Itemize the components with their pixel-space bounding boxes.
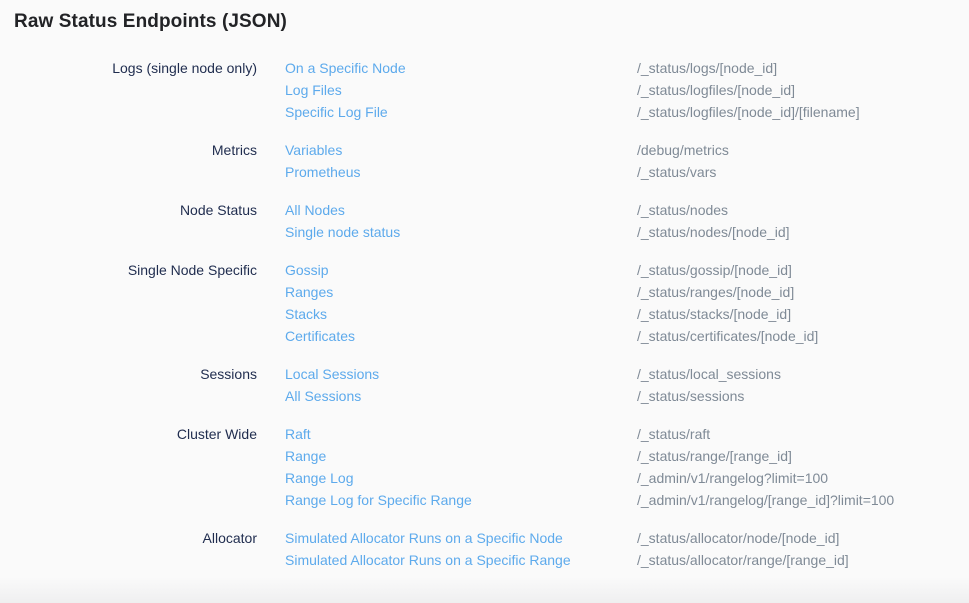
endpoint-link[interactable]: Range [285, 445, 637, 467]
endpoint-link[interactable]: Certificates [285, 325, 637, 347]
category-label: Cluster Wide [0, 423, 257, 511]
endpoint-row: Simulated Allocator Runs on a Specific R… [285, 549, 969, 571]
endpoint-row: On a Specific Node/_status/logs/[node_id… [285, 57, 969, 79]
entry-list: On a Specific Node/_status/logs/[node_id… [285, 57, 969, 123]
category-label: Logs (single node only) [0, 57, 257, 123]
entry-list: Gossip/_status/gossip/[node_id]Ranges/_s… [285, 259, 969, 347]
endpoint-row: Specific Log File/_status/logfiles/[node… [285, 101, 969, 123]
endpoint-path: /_status/range/[range_id] [637, 445, 969, 467]
endpoint-path: /_status/nodes/[node_id] [637, 221, 969, 243]
category-label: Sessions [0, 363, 257, 407]
endpoint-path: /_status/gossip/[node_id] [637, 259, 969, 281]
endpoint-path: /_status/raft [637, 423, 969, 445]
endpoint-row: Prometheus/_status/vars [285, 161, 969, 183]
endpoint-path: /_status/allocator/range/[range_id] [637, 549, 969, 571]
endpoint-row: Ranges/_status/ranges/[node_id] [285, 281, 969, 303]
endpoint-row: Stacks/_status/stacks/[node_id] [285, 303, 969, 325]
entry-list: Simulated Allocator Runs on a Specific N… [285, 527, 969, 571]
endpoint-row: Simulated Allocator Runs on a Specific N… [285, 527, 969, 549]
endpoint-link[interactable]: Specific Log File [285, 101, 637, 123]
category-label: Node Status [0, 199, 257, 243]
endpoint-path: /_admin/v1/rangelog?limit=100 [637, 467, 969, 489]
category-label: Allocator [0, 527, 257, 571]
category-label: Single Node Specific [0, 259, 257, 347]
endpoint-link[interactable]: On a Specific Node [285, 57, 637, 79]
endpoint-link[interactable]: Range Log [285, 467, 637, 489]
endpoint-group: Allocator Simulated Allocator Runs on a S… [0, 527, 969, 571]
endpoint-row: Log Files/_status/logfiles/[node_id] [285, 79, 969, 101]
endpoint-row: Local Sessions/_status/local_sessions [285, 363, 969, 385]
endpoint-group: Cluster Wide Raft/_status/raftRange/_stat… [0, 423, 969, 511]
endpoint-link[interactable]: Range Log for Specific Range [285, 489, 637, 511]
endpoint-path: /_status/vars [637, 161, 969, 183]
endpoint-row: Range/_status/range/[range_id] [285, 445, 969, 467]
endpoint-path: /_status/sessions [637, 385, 969, 407]
entry-list: All Nodes/_status/nodesSingle node statu… [285, 199, 969, 243]
entry-list: Variables/debug/metricsPrometheus/_statu… [285, 139, 969, 183]
endpoint-path: /debug/metrics [637, 139, 969, 161]
endpoint-path: /_status/ranges/[node_id] [637, 281, 969, 303]
endpoint-path: /_status/local_sessions [637, 363, 969, 385]
endpoint-group: Node Status All Nodes/_status/nodesSingle… [0, 199, 969, 243]
endpoint-row: All Sessions/_status/sessions [285, 385, 969, 407]
endpoint-group: Sessions Local Sessions/_status/local_ses… [0, 363, 969, 407]
endpoint-row: All Nodes/_status/nodes [285, 199, 969, 221]
endpoint-row: Variables/debug/metrics [285, 139, 969, 161]
endpoint-link[interactable]: Variables [285, 139, 637, 161]
endpoint-row: Gossip/_status/gossip/[node_id] [285, 259, 969, 281]
endpoint-path: /_status/logfiles/[node_id]/[filename] [637, 101, 969, 123]
endpoint-path: /_status/stacks/[node_id] [637, 303, 969, 325]
endpoint-path: /_status/allocator/node/[node_id] [637, 527, 969, 549]
endpoint-link[interactable]: Raft [285, 423, 637, 445]
endpoint-path: /_status/logs/[node_id] [637, 57, 969, 79]
endpoint-row: Raft/_status/raft [285, 423, 969, 445]
endpoint-row: Certificates/_status/certificates/[node_… [285, 325, 969, 347]
endpoint-group: Metrics Variables/debug/metricsPrometheus… [0, 139, 969, 183]
page-title: Raw Status Endpoints (JSON) [14, 11, 287, 33]
endpoint-link[interactable]: Stacks [285, 303, 637, 325]
endpoint-link[interactable]: Simulated Allocator Runs on a Specific N… [285, 527, 637, 549]
endpoint-link[interactable]: All Nodes [285, 199, 637, 221]
endpoint-link[interactable]: Local Sessions [285, 363, 637, 385]
endpoint-link[interactable]: Ranges [285, 281, 637, 303]
endpoint-path: /_status/certificates/[node_id] [637, 325, 969, 347]
endpoint-groups: Logs (single node only) On a Specific Nod… [0, 57, 969, 587]
endpoint-row: Single node status/_status/nodes/[node_i… [285, 221, 969, 243]
entry-list: Local Sessions/_status/local_sessionsAll… [285, 363, 969, 407]
endpoint-link[interactable]: All Sessions [285, 385, 637, 407]
endpoint-path: /_status/logfiles/[node_id] [637, 79, 969, 101]
endpoint-link[interactable]: Gossip [285, 259, 637, 281]
endpoint-row: Range Log/_admin/v1/rangelog?limit=100 [285, 467, 969, 489]
endpoint-link[interactable]: Prometheus [285, 161, 637, 183]
endpoint-path: /_status/nodes [637, 199, 969, 221]
endpoint-link[interactable]: Simulated Allocator Runs on a Specific R… [285, 549, 637, 571]
endpoint-group: Logs (single node only) On a Specific Nod… [0, 57, 969, 123]
entry-list: Raft/_status/raftRange/_status/range/[ra… [285, 423, 969, 511]
endpoint-path: /_admin/v1/rangelog/[range_id]?limit=100 [637, 489, 969, 511]
endpoint-link[interactable]: Log Files [285, 79, 637, 101]
endpoint-group: Single Node Specific Gossip/_status/gossi… [0, 259, 969, 347]
endpoint-row: Range Log for Specific Range/_admin/v1/r… [285, 489, 969, 511]
category-label: Metrics [0, 139, 257, 183]
endpoint-link[interactable]: Single node status [285, 221, 637, 243]
